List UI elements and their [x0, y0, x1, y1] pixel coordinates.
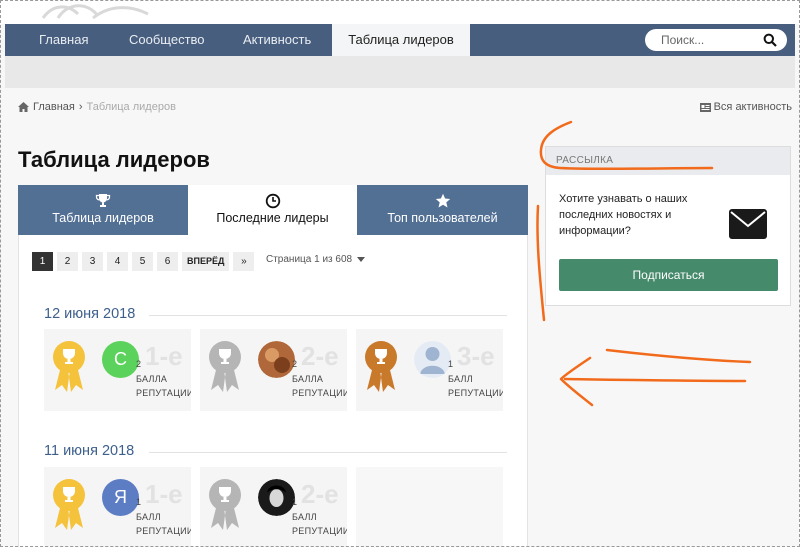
envelope-icon — [729, 209, 767, 239]
nav-activity[interactable]: Активность — [239, 24, 315, 56]
page-2-button[interactable]: 2 — [57, 252, 78, 271]
annotation-bracket-stroke — [536, 204, 546, 322]
nav-community[interactable]: Сообщество — [125, 24, 209, 56]
default-user-avatar-icon — [414, 341, 451, 378]
day-divider — [149, 452, 507, 453]
rank-label: 1-е — [145, 479, 183, 509]
next-page-button[interactable]: ВПЕРЁД — [182, 252, 230, 271]
clock-icon — [265, 193, 280, 209]
page-title: Таблица лидеров — [18, 147, 210, 172]
leader-card[interactable]: 2-е 2 БАЛЛА РЕПУТАЦИИ — [200, 329, 347, 411]
page-1-button[interactable]: 1 — [32, 252, 53, 271]
tab-leaderboard[interactable]: Таблица лидеров — [18, 185, 188, 235]
leaderboard-tabs: Таблица лидеров Последние лидеры Топ пол… — [18, 185, 528, 235]
page-jump-dropdown[interactable]: Страница 1 из 608 — [266, 254, 365, 265]
day-heading: 11 июня 2018 — [44, 443, 135, 459]
avatar-photo — [258, 341, 295, 378]
leader-card[interactable]: 2-е 1 БАЛЛ РЕПУТАЦИИ — [200, 467, 347, 547]
feed-icon — [699, 102, 711, 112]
user-avatar[interactable] — [258, 479, 295, 516]
page-6-button[interactable]: 6 — [157, 252, 178, 271]
nav-home[interactable]: Главная — [35, 24, 92, 56]
tab-recent-leaders[interactable]: Последние лидеры — [188, 185, 357, 235]
tab-top-users[interactable]: Топ пользователей — [357, 185, 528, 235]
points-unit: БАЛЛ — [136, 512, 161, 522]
user-avatar[interactable]: Я — [102, 479, 139, 516]
newsletter-text: Хотите узнавать о наших последних новост… — [559, 193, 688, 237]
tab-recent-leaders-label: Последние лидеры — [216, 211, 329, 225]
search-input[interactable]: Поиск... — [645, 29, 787, 51]
user-avatar[interactable] — [258, 341, 295, 378]
page-3-button[interactable]: 3 — [82, 252, 103, 271]
page-4-button[interactable]: 4 — [107, 252, 128, 271]
leader-card[interactable]: Я 1-е 1 БАЛЛ РЕПУТАЦИИ — [44, 467, 191, 547]
points-unit: БАЛЛА — [136, 374, 168, 384]
home-icon — [18, 102, 29, 112]
last-page-button[interactable]: » — [233, 252, 255, 271]
search-icon[interactable] — [763, 33, 777, 47]
logo-decoration — [41, 4, 149, 20]
avatar-letter: Я — [102, 479, 139, 516]
tab-leaderboard-label: Таблица лидеров — [52, 211, 154, 225]
leader-card[interactable]: 3-е 1 БАЛЛ РЕПУТАЦИИ — [356, 329, 503, 411]
points-value: 1 — [448, 359, 454, 369]
day-heading: 12 июня 2018 — [44, 306, 136, 322]
all-activity-link[interactable]: Вся активность — [699, 101, 792, 113]
breadcrumb: Главная › Таблица лидеров — [18, 101, 176, 113]
secondary-navigation-bar — [5, 56, 795, 88]
points-value: 1 — [136, 497, 142, 507]
points-unit: БАЛЛ — [292, 512, 317, 522]
user-avatar[interactable] — [414, 341, 451, 378]
star-icon — [435, 193, 450, 208]
subscribe-button[interactable]: Подписаться — [559, 259, 778, 291]
annotation-arrow-icon — [559, 356, 747, 407]
points-unit-reputation: РЕПУТАЦИИ — [292, 388, 347, 398]
gold-award-ribbon-icon — [53, 341, 85, 392]
caret-down-icon — [356, 257, 365, 262]
user-avatar[interactable]: С — [102, 341, 139, 378]
points-value: 1 — [292, 497, 298, 507]
newsletter-widget: РАССЫЛКА Хотите узнавать о наших последн… — [545, 146, 791, 306]
nav-leaderboard[interactable]: Таблица лидеров — [332, 24, 470, 56]
trophy-icon — [95, 194, 111, 207]
leader-card[interactable]: С 1-е 2 БАЛЛА РЕПУТАЦИИ — [44, 329, 191, 411]
points-unit-reputation: РЕПУТАЦИИ — [292, 526, 347, 536]
pagination: 1 2 3 4 5 6 ВПЕРЁД » — [32, 252, 255, 271]
breadcrumb-current: Таблица лидеров — [86, 101, 176, 113]
rank-label: 3-е — [457, 341, 495, 371]
breadcrumb-separator: › — [78, 101, 83, 113]
points-unit-reputation: РЕПУТАЦИИ — [448, 388, 503, 398]
day-divider — [149, 315, 507, 316]
rank-label: 2-е — [301, 479, 339, 509]
page-of-label: Страница 1 из 608 — [266, 254, 353, 265]
newsletter-heading: РАССЫЛКА — [546, 147, 790, 175]
avatar-photo — [258, 479, 295, 516]
annotation-line-stroke — [605, 348, 752, 364]
rank-label: 1-е — [145, 341, 183, 371]
breadcrumb-home[interactable]: Главная — [33, 101, 75, 113]
all-activity-label: Вся активность — [713, 101, 792, 113]
page-5-button[interactable]: 5 — [132, 252, 153, 271]
silver-award-ribbon-icon — [209, 479, 241, 530]
points-value: 2 — [292, 359, 298, 369]
points-unit: БАЛЛА — [292, 374, 324, 384]
logo-strip — [0, 0, 800, 24]
tab-top-users-label: Топ пользователей — [387, 211, 498, 225]
points-unit-reputation: РЕПУТАЦИИ — [136, 388, 191, 398]
empty-leader-slot — [356, 467, 503, 547]
points-value: 2 — [136, 359, 142, 369]
gold-award-ribbon-icon — [53, 479, 85, 530]
recent-leaders-panel: 1 2 3 4 5 6 ВПЕРЁД » Страница 1 из 608 1… — [18, 235, 528, 547]
bronze-award-ribbon-icon — [365, 341, 397, 392]
rank-label: 2-е — [301, 341, 339, 371]
points-unit: БАЛЛ — [448, 374, 473, 384]
avatar-letter: С — [102, 341, 139, 378]
search-placeholder: Поиск... — [661, 33, 705, 47]
points-unit-reputation: РЕПУТАЦИИ — [136, 526, 191, 536]
silver-award-ribbon-icon — [209, 341, 241, 392]
